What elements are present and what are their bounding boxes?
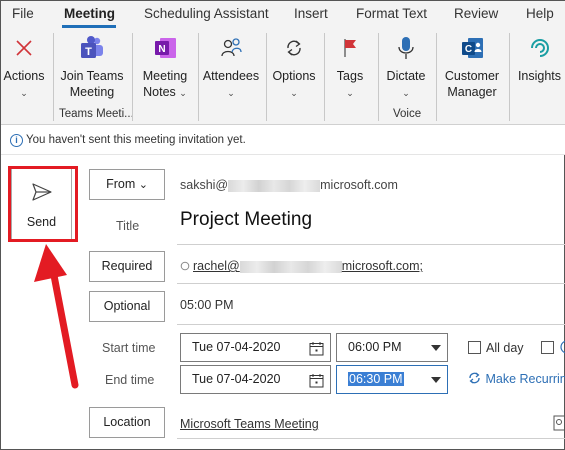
red-arrow-icon	[34, 244, 79, 389]
